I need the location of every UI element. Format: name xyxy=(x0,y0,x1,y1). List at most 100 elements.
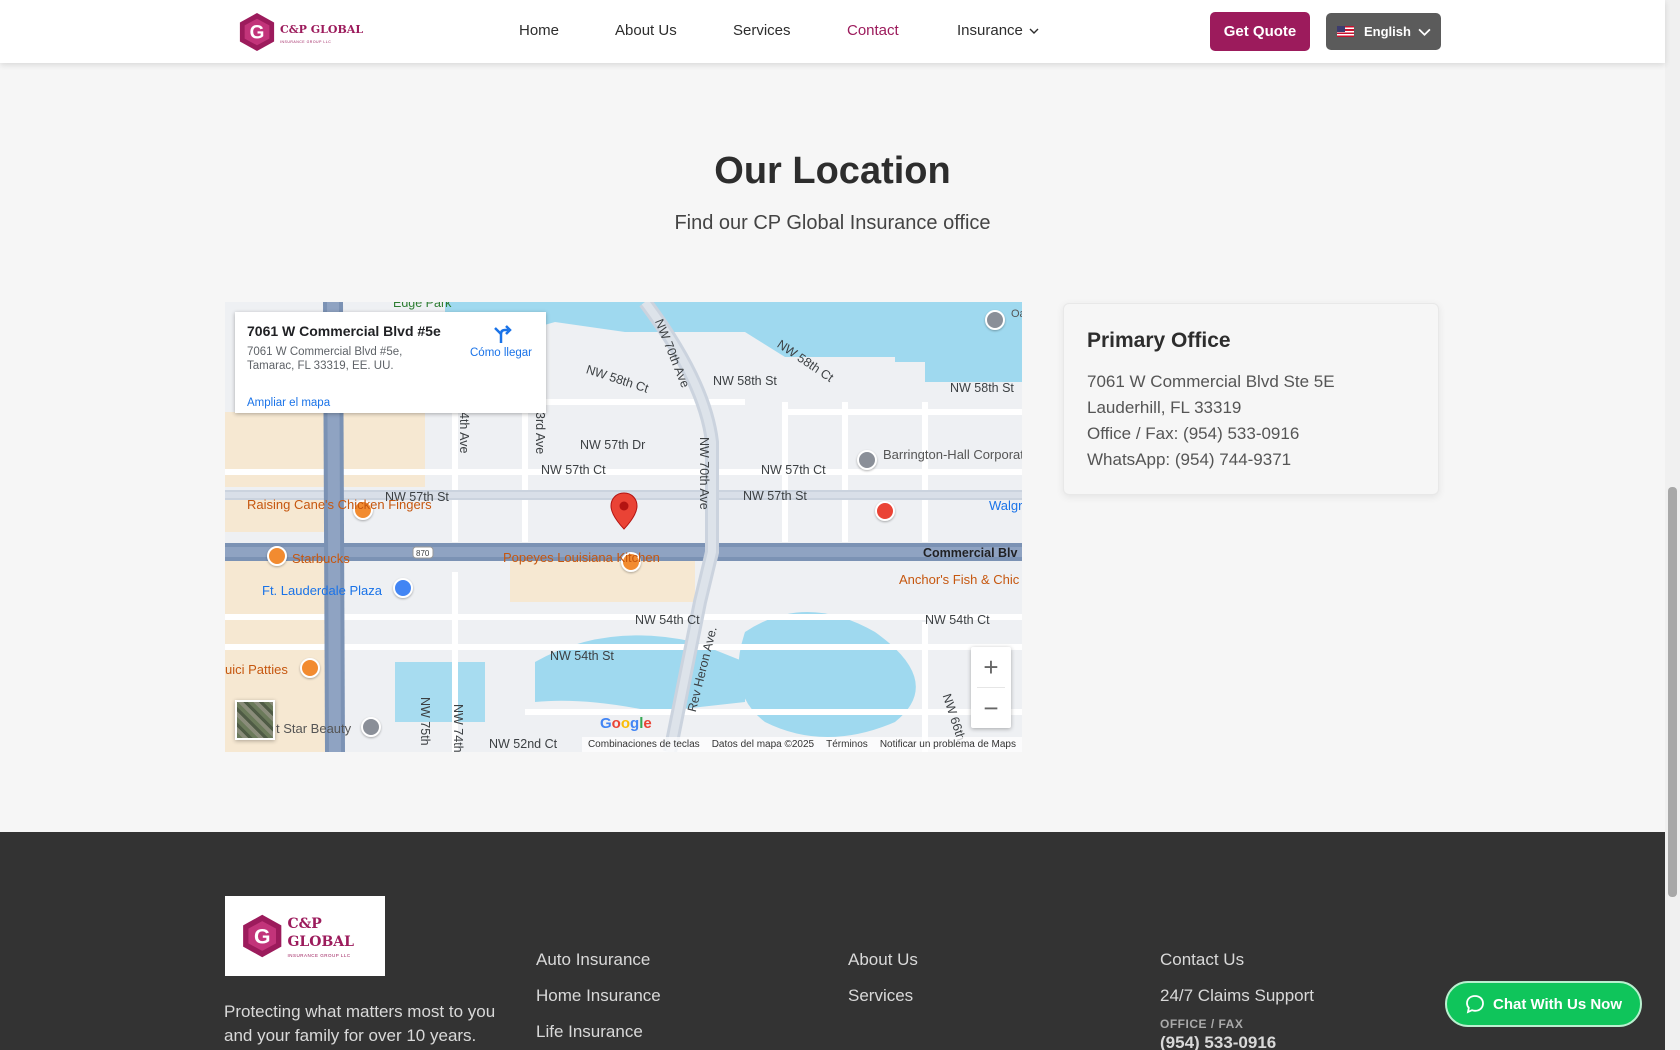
footer-link-contact-us[interactable]: Contact Us xyxy=(1160,950,1244,970)
enlarge-map-link[interactable]: Ampliar el mapa xyxy=(247,397,330,409)
office-whatsapp: WhatsApp: (954) 744-9371 xyxy=(1087,450,1292,469)
map-card-address: 7061 W Commercial Blvd #5e, Tamarac, FL … xyxy=(247,346,403,372)
poi-walgreens[interactable]: Walgr xyxy=(989,498,1022,513)
street-label: NW 52nd Ct xyxy=(489,737,558,751)
street-label: NW 74th xyxy=(451,704,465,752)
zoom-out-button[interactable]: − xyxy=(971,688,1011,728)
cafe-icon[interactable] xyxy=(267,546,287,566)
google-map[interactable]: NW 58th Ct NW 58th St NW 58th Ct NW 58th… xyxy=(225,302,1022,752)
office-fax-label: OFFICE / FAX xyxy=(1160,1017,1244,1031)
directions-icon xyxy=(494,325,512,343)
footer-link-services[interactable]: Services xyxy=(848,986,913,1006)
footer-link-about-us[interactable]: About Us xyxy=(848,950,918,970)
chat-bubble-icon xyxy=(1466,995,1484,1014)
shopping-icon[interactable] xyxy=(393,578,413,598)
page-scrollbar[interactable] xyxy=(1665,0,1680,1050)
language-label: English xyxy=(1364,24,1411,39)
poi-barrington-hall[interactable]: Barrington-Hall Corporation xyxy=(883,448,1022,462)
map-data-label: Datos del mapa ©2025 xyxy=(711,739,815,750)
map-card-title: 7061 W Commercial Blvd #5e xyxy=(247,323,441,339)
poi-ft-lauderdale-plaza[interactable]: Ft. Lauderdale Plaza xyxy=(262,583,382,598)
street-label: NW 57th St xyxy=(743,489,807,503)
satellite-toggle[interactable] xyxy=(235,700,275,740)
street-label: NW 58th St xyxy=(713,374,777,388)
footer-link-claims-support[interactable]: 24/7 Claims Support xyxy=(1160,986,1314,1006)
poi-popeyes[interactable]: Popeyes Louisiana Kitchen xyxy=(503,551,660,565)
place-icon[interactable] xyxy=(857,450,877,470)
map-info-card: 7061 W Commercial Blvd #5e 7061 W Commer… xyxy=(235,312,546,413)
place-icon[interactable] xyxy=(361,717,381,737)
directions-link[interactable]: Cómo llegar xyxy=(465,324,537,359)
footer-description: Protecting what matters most to you and … xyxy=(224,1002,496,1045)
nav-services[interactable]: Services xyxy=(733,22,791,39)
poi-star-beauty[interactable]: t Star Beauty xyxy=(276,721,351,736)
place-icon[interactable] xyxy=(985,310,1005,330)
chevron-down-icon xyxy=(1029,28,1039,34)
poi-patties[interactable]: uici Patties xyxy=(225,662,288,677)
footer-logo-wordmark: C&P GLOBAL INSURANCE GROUP LLC xyxy=(287,915,385,958)
logo-text: C&P GLOBAL xyxy=(280,23,364,36)
street-label: NW 57th Ct xyxy=(761,463,826,477)
report-problem-link[interactable]: Notificar un problema de Maps xyxy=(880,739,1016,750)
logo-hex-icon: G xyxy=(243,914,282,958)
nav-about-us[interactable]: About Us xyxy=(615,22,677,39)
street-label: NW 75th xyxy=(418,697,432,746)
office-address-line2: Lauderhill, FL 33319 xyxy=(1087,398,1242,417)
logo-subtext: INSURANCE GROUP LLC xyxy=(280,40,332,44)
footer-logo-text: C&P GLOBAL xyxy=(287,915,354,950)
office-title: Primary Office xyxy=(1087,329,1231,352)
logo-wordmark: C&P GLOBAL INSURANCE GROUP LLC xyxy=(280,20,363,44)
keyboard-shortcuts-link[interactable]: Combinaciones de teclas xyxy=(588,739,700,750)
park-label: Edge Park xyxy=(393,302,452,310)
street-label: NW 54th Ct xyxy=(925,613,990,627)
google-logo: Google xyxy=(600,715,652,732)
office-address-line1: 7061 W Commercial Blvd Ste 5E xyxy=(1087,372,1335,391)
street-label: 4th Ave xyxy=(457,412,471,454)
svg-text:G: G xyxy=(250,23,265,44)
logo-hex-icon: G xyxy=(239,13,275,51)
office-fax-phone[interactable]: (954) 533-0916 xyxy=(1160,1033,1276,1050)
street-label: NW 58th St xyxy=(950,381,1014,395)
pharmacy-icon[interactable] xyxy=(875,501,895,521)
street-label: NW 57th Dr xyxy=(580,438,646,452)
language-selector[interactable]: English xyxy=(1326,13,1441,50)
nav-insurance-label: Insurance xyxy=(957,22,1023,39)
footer-link-auto-insurance[interactable]: Auto Insurance xyxy=(536,950,650,970)
poi-anchors-fish[interactable]: Anchor's Fish & Chic xyxy=(899,572,1019,587)
poi-oa-as[interactable]: Oa As xyxy=(1011,308,1022,320)
footer-link-home-insurance[interactable]: Home Insurance xyxy=(536,986,661,1006)
header-logo[interactable]: G C&P GLOBAL INSURANCE GROUP LLC xyxy=(238,12,363,52)
zoom-in-button[interactable]: + xyxy=(971,647,1011,687)
poi-starbucks[interactable]: Starbucks xyxy=(292,551,350,566)
zoom-controls: + − xyxy=(971,647,1011,728)
restaurant-icon[interactable] xyxy=(300,658,320,678)
street-label: NW 54th Ct xyxy=(635,613,700,627)
nav-contact[interactable]: Contact xyxy=(847,22,899,39)
route-shield-label: 870 xyxy=(416,549,430,558)
office-fax: Office / Fax: (954) 533-0916 xyxy=(1087,424,1300,443)
chat-now-button[interactable]: Chat With Us Now xyxy=(1445,981,1642,1027)
scrollbar-thumb[interactable] xyxy=(1668,487,1677,897)
chat-label: Chat With Us Now xyxy=(1492,995,1623,1013)
street-label: Commercial Blv xyxy=(923,546,1018,560)
get-quote-button[interactable]: Get Quote xyxy=(1210,12,1310,51)
street-label: NW 70th Ave xyxy=(697,437,711,510)
us-flag-icon xyxy=(1337,26,1354,37)
terms-link[interactable]: Términos xyxy=(826,739,868,750)
footer-logo[interactable]: G C&P GLOBAL INSURANCE GROUP LLC xyxy=(225,896,385,976)
poi-raising-canes[interactable]: Raising Cane's Chicken Fingers xyxy=(247,498,432,512)
location-subtitle: Find our CP Global Insurance office xyxy=(674,212,991,234)
nav-home[interactable]: Home xyxy=(519,22,559,39)
map-attribution-bar: Combinaciones de teclas Datos del mapa ©… xyxy=(581,737,1022,752)
map-marker-icon[interactable] xyxy=(610,492,638,530)
street-label: NW 54th St xyxy=(550,649,614,663)
footer-link-life-insurance[interactable]: Life Insurance xyxy=(536,1022,643,1042)
nav-insurance-dropdown[interactable]: Insurance xyxy=(957,22,1039,39)
chevron-down-icon xyxy=(1418,28,1431,36)
street-label: NW 57th Ct xyxy=(541,463,606,477)
site-header: G C&P GLOBAL INSURANCE GROUP LLC Home Ab… xyxy=(0,0,1665,63)
location-title: Our Location xyxy=(714,150,951,192)
primary-office-card: Primary Office 7061 W Commercial Blvd St… xyxy=(1063,303,1439,495)
street-label: 3rd Ave xyxy=(533,412,547,455)
svg-text:G: G xyxy=(254,925,271,948)
